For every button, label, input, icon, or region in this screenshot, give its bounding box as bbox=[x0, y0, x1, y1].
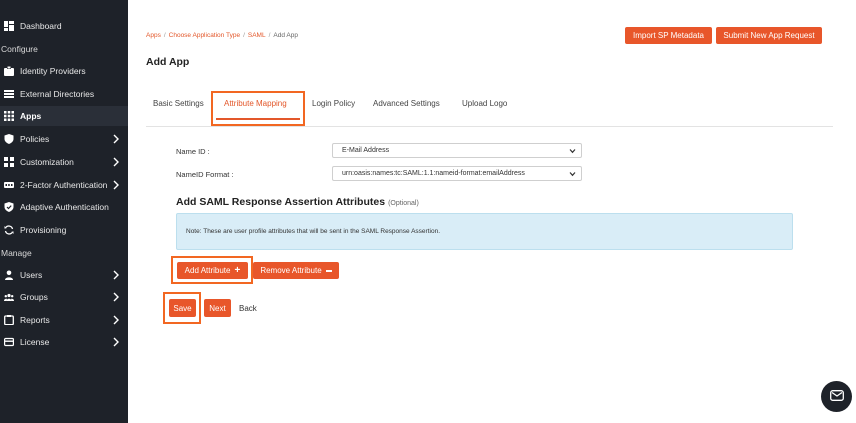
back-button[interactable]: Back bbox=[239, 304, 257, 313]
sidebar-item-label: Adaptive Authentication bbox=[20, 202, 109, 212]
dashboard-icon bbox=[4, 21, 14, 31]
save-button[interactable]: Save bbox=[169, 299, 196, 317]
tab-login-policy[interactable]: Login Policy bbox=[312, 99, 355, 113]
sidebar-item-policies[interactable]: Policies bbox=[0, 129, 128, 149]
sidebar-section-manage: Manage bbox=[1, 248, 32, 258]
remove-attribute-label: Remove Attribute bbox=[260, 266, 322, 275]
sidebar-item-label: 2-Factor Authentication bbox=[20, 180, 108, 190]
optional-hint: (Optional) bbox=[388, 200, 419, 207]
tabs-divider bbox=[146, 126, 833, 127]
chevron-right-icon bbox=[112, 315, 120, 325]
chevron-down-icon bbox=[569, 171, 576, 177]
sidebar-item-reports[interactable]: Reports bbox=[0, 310, 128, 330]
name-id-select[interactable]: E-Mail Address bbox=[332, 143, 582, 158]
chevron-right-icon bbox=[112, 157, 120, 167]
breadcrumb-separator: / bbox=[243, 32, 245, 39]
breadcrumb: Apps / Choose Application Type / SAML / Add Ap… bbox=[146, 32, 298, 39]
add-attribute-label: Add Attribute bbox=[184, 266, 231, 275]
next-button[interactable]: Next bbox=[204, 299, 231, 317]
sidebar-item-license[interactable]: License bbox=[0, 332, 128, 352]
nameid-format-select[interactable]: urn:oasis:names:tc:SAML:1.1:nameid-forma… bbox=[332, 166, 582, 181]
sync-icon bbox=[4, 225, 14, 235]
sidebar-item-label: Groups bbox=[20, 292, 48, 302]
sidebar-item-label: Customization bbox=[20, 157, 74, 167]
nameid-format-label: NameID Format : bbox=[176, 170, 234, 179]
tab-upload-logo[interactable]: Upload Logo bbox=[462, 99, 507, 113]
breadcrumb-apps[interactable]: Apps bbox=[146, 32, 161, 39]
info-note: Note: These are user profile attributes … bbox=[176, 213, 793, 250]
sidebar-item-users[interactable]: Users bbox=[0, 265, 128, 285]
2fa-icon bbox=[4, 180, 14, 190]
shield-check-icon bbox=[4, 202, 14, 212]
sidebar-item-dashboard[interactable]: Dashboard bbox=[0, 16, 128, 36]
section-title-text: Add SAML Response Assertion Attributes bbox=[176, 196, 386, 208]
tab-advanced-settings[interactable]: Advanced Settings bbox=[373, 99, 440, 113]
shield-icon bbox=[4, 134, 14, 144]
chat-support-button[interactable] bbox=[821, 381, 852, 412]
sidebar-item-label: External Directories bbox=[20, 89, 95, 99]
group-icon bbox=[4, 292, 14, 302]
sidebar-item-label: Dashboard bbox=[20, 21, 62, 31]
page-title: Add App bbox=[146, 56, 190, 68]
sidebar-item-label: License bbox=[20, 337, 50, 347]
plus-icon: + bbox=[234, 264, 241, 276]
breadcrumb-separator: / bbox=[163, 32, 166, 39]
sidebar-item-label: Apps bbox=[20, 111, 42, 121]
sidebar-section-configure: Configure bbox=[1, 44, 38, 54]
add-attribute-button[interactable]: Add Attribute + bbox=[177, 262, 248, 279]
sidebar-item-label: Provisioning bbox=[20, 225, 67, 235]
name-id-label: Name ID : bbox=[176, 147, 210, 156]
list-icon bbox=[4, 89, 14, 99]
id-card-icon bbox=[4, 66, 14, 76]
section-title: Add SAML Response Assertion Attributes (O… bbox=[176, 196, 419, 208]
remove-attribute-button[interactable]: Remove Attribute bbox=[253, 262, 339, 279]
minus-icon bbox=[325, 269, 332, 272]
card-icon bbox=[4, 337, 14, 347]
chevron-right-icon bbox=[112, 292, 120, 302]
sidebar-item-provisioning[interactable]: Provisioning bbox=[0, 220, 128, 240]
chevron-right-icon bbox=[112, 134, 120, 144]
sidebar-item-label: Identity Providers bbox=[20, 66, 86, 76]
import-sp-metadata-button[interactable]: Import SP Metadata bbox=[625, 27, 712, 44]
sidebar-item-label: Policies bbox=[20, 134, 50, 144]
sidebar-item-groups[interactable]: Groups bbox=[0, 287, 128, 307]
chevron-right-icon bbox=[112, 270, 120, 280]
sidebar-item-customization[interactable]: Customization bbox=[0, 152, 128, 172]
mail-icon bbox=[829, 388, 844, 406]
breadcrumb-separator: / bbox=[268, 32, 271, 39]
sidebar-item-adaptive-authentication[interactable]: Adaptive Authentication bbox=[0, 197, 128, 217]
nameid-format-value: urn:oasis:names:tc:SAML:1.1:nameid-forma… bbox=[342, 170, 525, 177]
name-id-value: E-Mail Address bbox=[342, 147, 390, 154]
tab-highlight-box bbox=[211, 91, 305, 126]
submit-new-app-request-button[interactable]: Submit New App Request bbox=[716, 27, 822, 44]
sidebar-item-label: Users bbox=[20, 270, 43, 280]
breadcrumb-saml[interactable]: SAML bbox=[248, 32, 266, 39]
chevron-down-icon bbox=[569, 148, 576, 154]
customize-icon bbox=[4, 157, 14, 167]
sidebar-item-apps[interactable]: Apps bbox=[0, 106, 128, 126]
breadcrumb-current: Add App bbox=[273, 32, 298, 39]
grid-icon bbox=[4, 111, 14, 121]
info-note-text: Note: These are user profile attributes … bbox=[186, 228, 440, 235]
sidebar-item-external-directories[interactable]: External Directories bbox=[0, 84, 128, 104]
breadcrumb-choose-type[interactable]: Choose Application Type bbox=[169, 32, 240, 39]
sidebar-item-identity-providers[interactable]: Identity Providers bbox=[0, 61, 128, 81]
tab-basic-settings[interactable]: Basic Settings bbox=[153, 99, 204, 113]
user-icon bbox=[4, 270, 14, 280]
sidebar: Dashboard Configure Identity Providers E… bbox=[0, 0, 128, 423]
report-icon bbox=[4, 315, 14, 325]
sidebar-item-2fa[interactable]: 2-Factor Authentication bbox=[0, 175, 128, 195]
sidebar-item-label: Reports bbox=[20, 315, 50, 325]
chevron-right-icon bbox=[112, 180, 120, 190]
chevron-right-icon bbox=[112, 337, 120, 347]
